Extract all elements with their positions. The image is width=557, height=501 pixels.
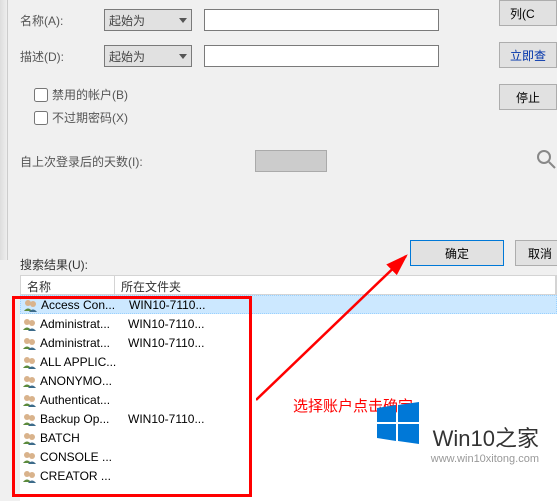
watermark-logo: Win10之家 www.win10xitong.com <box>375 400 539 465</box>
noexpire-password-input[interactable] <box>34 111 48 125</box>
logo-text: Win10之家 <box>431 421 539 453</box>
right-button-column: 列(C 立即查 停止 <box>499 0 557 126</box>
find-now-button[interactable]: 立即查 <box>499 42 557 68</box>
search-form: 名称(A): 起始为 描述(D): 起始为 禁用的帐户(B) 不过期密码(X) … <box>20 0 490 172</box>
group-icon <box>22 317 38 331</box>
days-input[interactable] <box>255 150 327 172</box>
cell-name: ANONYMO... <box>40 374 128 388</box>
cell-name: ALL APPLIC... <box>40 355 128 369</box>
cell-name: CONSOLE ... <box>40 450 128 464</box>
list-item[interactable]: ANONYMO... <box>20 371 557 390</box>
cancel-button[interactable]: 取消 <box>515 240 557 266</box>
disabled-accounts-checkbox[interactable]: 禁用的帐户(B) <box>34 86 490 103</box>
col-name-header[interactable]: 名称 <box>21 276 115 294</box>
name-input[interactable] <box>204 9 439 31</box>
noexpire-password-checkbox[interactable]: 不过期密码(X) <box>34 109 490 126</box>
left-edge <box>0 0 8 260</box>
group-icon <box>22 374 38 388</box>
cell-name: CREATOR ... <box>40 469 128 483</box>
cell-folder: WIN10-7110... <box>129 298 556 312</box>
group-icon <box>22 412 38 426</box>
cell-folder: WIN10-7110... <box>128 336 557 350</box>
group-icon <box>22 431 38 445</box>
list-item[interactable]: Administrat...WIN10-7110... <box>20 314 557 333</box>
desc-input[interactable] <box>204 45 439 67</box>
col-folder-header[interactable]: 所在文件夹 <box>115 276 556 294</box>
ok-button[interactable]: 确定 <box>410 240 504 266</box>
group-icon <box>22 336 38 350</box>
name-label: 名称(A): <box>20 12 104 29</box>
cell-folder: WIN10-7110... <box>128 317 557 331</box>
desc-match-combo[interactable]: 起始为 <box>104 45 192 67</box>
cell-name: Access Con... <box>41 298 129 312</box>
results-header: 名称 所在文件夹 <box>20 275 557 295</box>
cell-name: Backup Op... <box>40 412 128 426</box>
days-label: 自上次登录后的天数(I): <box>20 153 143 170</box>
name-match-combo[interactable]: 起始为 <box>104 9 192 31</box>
desc-label: 描述(D): <box>20 48 104 65</box>
stop-button[interactable]: 停止 <box>499 84 557 110</box>
results-label: 搜索结果(U): <box>20 256 88 273</box>
list-item[interactable]: CREATOR ... <box>20 466 557 485</box>
cell-name: BATCH <box>40 431 128 445</box>
windows-icon <box>375 400 421 449</box>
list-item[interactable]: ALL APPLIC... <box>20 352 557 371</box>
group-icon <box>22 355 38 369</box>
group-icon <box>22 450 38 464</box>
list-item[interactable]: Administrat...WIN10-7110... <box>20 333 557 352</box>
group-icon <box>22 469 38 483</box>
disabled-accounts-input[interactable] <box>34 88 48 102</box>
cell-name: Authenticat... <box>40 393 128 407</box>
columns-button[interactable]: 列(C <box>499 0 557 26</box>
group-icon <box>23 298 39 312</box>
magnifier-icon <box>535 148 557 170</box>
list-item[interactable]: Access Con...WIN10-7110... <box>20 295 557 314</box>
results-list[interactable]: Access Con...WIN10-7110...Administrat...… <box>20 295 557 501</box>
cell-name: Administrat... <box>40 336 128 350</box>
group-icon <box>22 393 38 407</box>
logo-url: www.win10xitong.com <box>431 453 539 465</box>
cell-name: Administrat... <box>40 317 128 331</box>
